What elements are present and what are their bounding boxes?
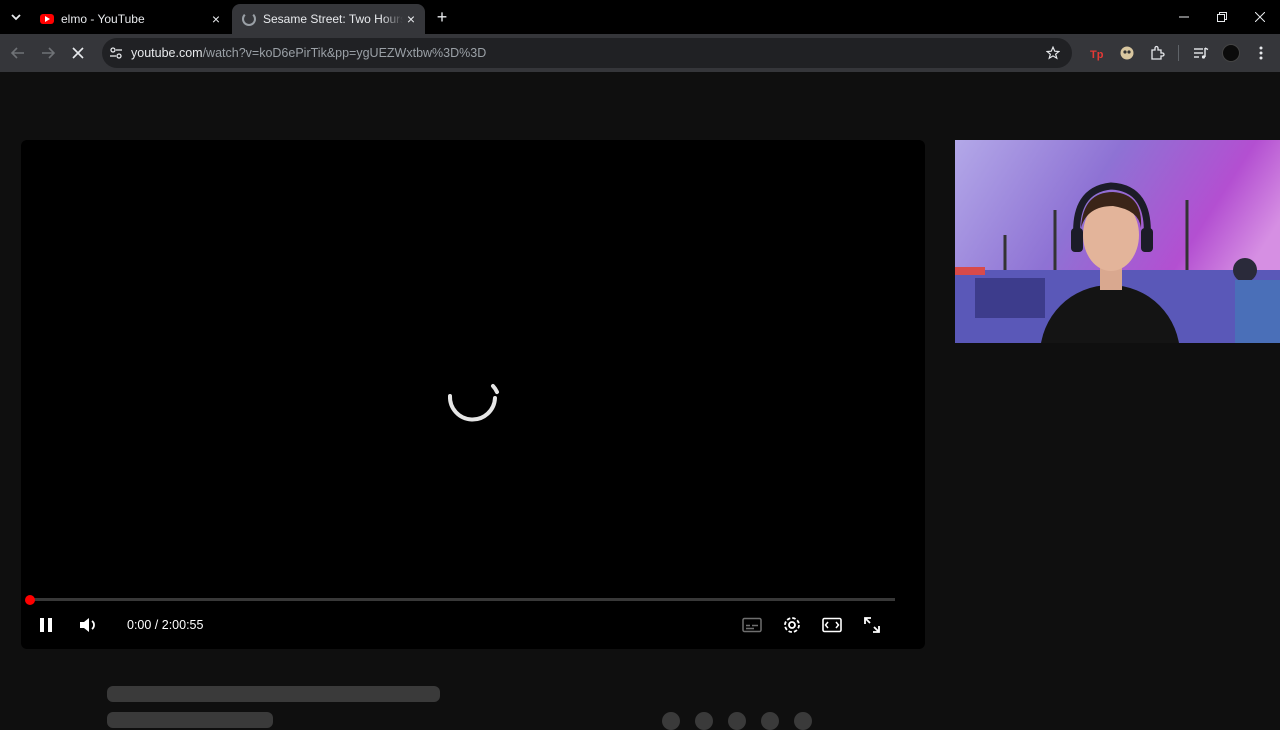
media-controls-icon[interactable] — [1192, 44, 1210, 62]
tab-elmo-youtube[interactable]: elmo - YouTube × — [30, 4, 230, 34]
minimize-icon[interactable] — [1176, 9, 1192, 25]
action-skeleton — [761, 712, 779, 730]
pause-button[interactable] — [35, 614, 57, 636]
youtube-icon — [40, 14, 54, 24]
progress-scrubber[interactable] — [25, 595, 35, 605]
toolbar-divider — [1178, 45, 1179, 61]
menu-kebab-icon[interactable] — [1252, 44, 1270, 62]
theater-mode-button[interactable] — [821, 614, 843, 636]
tab-sesame-street[interactable]: Sesame Street: Two Hours of Elmo × — [232, 4, 425, 34]
tab-title: Sesame Street: Two Hours of Elmo — [263, 12, 403, 26]
extension-face-icon[interactable] — [1118, 44, 1136, 62]
close-tab-icon[interactable]: × — [208, 11, 224, 27]
tab-title: elmo - YouTube — [61, 12, 145, 26]
svg-text:Tp: Tp — [1090, 49, 1104, 61]
loading-icon — [242, 12, 256, 26]
browser-toolbar: youtube.com/watch?v=koD6ePirTik&pp=ygUEZ… — [0, 34, 1280, 72]
video-player[interactable]: 0:00 / 2:00:55 — [21, 140, 925, 649]
profile-avatar[interactable] — [1222, 44, 1240, 62]
subtitles-button[interactable] — [741, 614, 763, 636]
action-skeleton — [728, 712, 746, 730]
extensions-puzzle-icon[interactable] — [1148, 44, 1166, 62]
tab-search-chevron-icon[interactable] — [8, 9, 24, 25]
extension-tp-icon[interactable]: Tp — [1088, 44, 1106, 62]
address-bar[interactable]: youtube.com/watch?v=koD6ePirTik&pp=ygUEZ… — [102, 38, 1072, 68]
site-info-icon[interactable] — [108, 45, 124, 61]
webcam-overlay — [955, 140, 1280, 343]
title-skeleton — [107, 686, 440, 702]
action-skeleton — [695, 712, 713, 730]
new-tab-icon[interactable]: + — [434, 7, 450, 27]
action-skeleton — [794, 712, 812, 730]
progress-bar[interactable] — [30, 598, 895, 601]
url-text[interactable]: youtube.com/watch?v=koD6ePirTik&pp=ygUEZ… — [131, 46, 486, 60]
forward-icon[interactable] — [40, 45, 56, 61]
action-skeleton — [662, 712, 680, 730]
bookmark-star-icon[interactable] — [1045, 45, 1061, 61]
fullscreen-button[interactable] — [861, 614, 883, 636]
back-icon[interactable] — [10, 45, 26, 61]
channel-skeleton — [107, 712, 273, 728]
stop-loading-icon[interactable] — [70, 45, 86, 61]
time-display: 0:00 / 2:00:55 — [127, 618, 204, 632]
close-window-icon[interactable] — [1252, 9, 1268, 25]
tab-strip: elmo - YouTube × Sesame Street: Two Hour… — [0, 0, 1280, 34]
settings-gear-icon[interactable] — [781, 614, 803, 636]
close-tab-icon[interactable]: × — [403, 11, 419, 27]
restore-icon[interactable] — [1214, 9, 1230, 25]
volume-button[interactable] — [77, 614, 99, 636]
loading-spinner-icon — [445, 378, 501, 424]
